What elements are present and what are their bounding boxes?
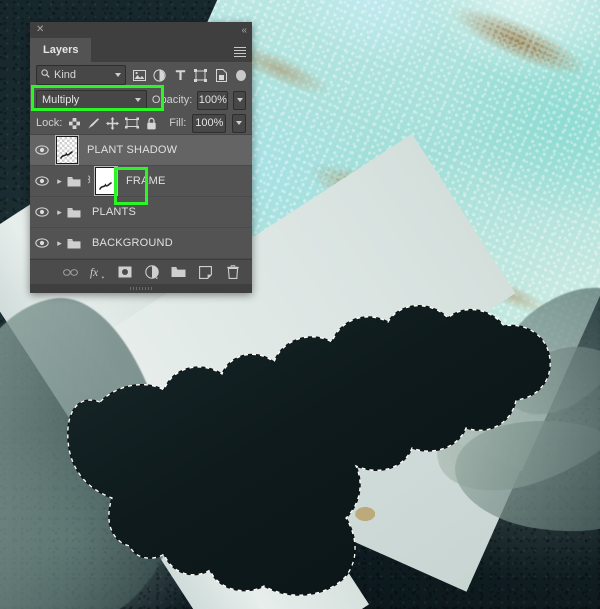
lock-image-pixels-icon[interactable] <box>87 116 100 130</box>
opacity-input[interactable]: 100% <box>197 90 229 110</box>
opacity-label: Opacity: <box>151 94 193 106</box>
layers-panel[interactable]: ✕ « Layers Kind Multiply Opacity: 100% L… <box>30 22 252 293</box>
fill-label: Fill: <box>169 117 187 129</box>
tab-layers[interactable]: Layers <box>30 38 92 62</box>
lock-artboard-nesting-icon[interactable] <box>124 116 139 130</box>
filter-type-icon[interactable] <box>172 66 188 84</box>
tab-row-filler <box>91 38 228 62</box>
layer-style-fx-icon[interactable]: fx <box>90 265 105 280</box>
add-layer-mask-icon[interactable] <box>117 265 132 280</box>
group-folder-icon <box>65 207 83 218</box>
new-layer-icon[interactable] <box>198 265 213 280</box>
group-disclosure-chevron-icon[interactable]: ▸ <box>54 176 65 187</box>
layers-panel-toolbar[interactable]: fx <box>30 259 252 284</box>
lock-all-icon[interactable] <box>145 116 157 130</box>
layer-name[interactable]: BACKGROUND <box>92 237 173 249</box>
filter-pixel-icon[interactable] <box>131 66 147 84</box>
plant-shadow-selection[interactable] <box>60 290 580 609</box>
tab-layers-label: Layers <box>43 44 79 56</box>
fill-chevron-down-icon[interactable] <box>232 113 246 133</box>
panel-menu-icon[interactable] <box>228 38 252 62</box>
new-group-icon[interactable] <box>171 265 186 280</box>
group-folder-icon <box>65 176 83 187</box>
blend-opacity-row[interactable]: Multiply Opacity: 100% <box>30 85 252 112</box>
double-chevron-left-icon[interactable]: « <box>241 25 246 36</box>
blend-mode-value: Multiply <box>42 94 80 106</box>
panel-tab-row[interactable]: Layers <box>30 38 252 62</box>
layer-filter-bar[interactable]: Kind <box>30 62 252 88</box>
lock-row[interactable]: Lock: Fill: 100% <box>30 112 252 134</box>
chevron-down-icon[interactable] <box>115 73 122 77</box>
group-folder-icon <box>65 238 83 249</box>
group-disclosure-chevron-icon[interactable]: ▸ <box>54 207 65 218</box>
table-row[interactable]: ▸ FRAME <box>30 166 252 205</box>
filter-shape-icon[interactable] <box>193 66 209 84</box>
lock-transparent-pixels-icon[interactable] <box>68 116 81 130</box>
layer-visibility-icon[interactable] <box>30 176 54 186</box>
filter-adjustment-icon[interactable] <box>152 66 168 84</box>
link-layers-icon[interactable] <box>63 265 78 280</box>
blend-mode-select[interactable]: Multiply <box>36 90 147 110</box>
layer-list[interactable]: PLANT SHADOW ▸ FRAME ▸ PLANTS ▸ BACKGROU… <box>30 134 252 259</box>
svg-text:fx: fx <box>90 267 98 279</box>
layer-name[interactable]: PLANT SHADOW <box>87 144 177 156</box>
lock-label: Lock: <box>36 117 63 129</box>
panel-titlebar[interactable]: ✕ « <box>30 22 252 38</box>
table-row[interactable]: PLANT SHADOW <box>30 135 252 166</box>
layer-name[interactable]: PLANTS <box>92 206 136 218</box>
smart-object-badge-icon <box>83 175 93 187</box>
layer-thumbnail[interactable] <box>95 167 117 195</box>
grip-icon <box>130 287 152 290</box>
search-icon <box>41 69 50 81</box>
lock-position-icon[interactable] <box>105 116 119 130</box>
group-disclosure-chevron-icon[interactable]: ▸ <box>54 238 65 249</box>
chevron-down-icon[interactable] <box>134 98 141 102</box>
panel-resize-grip[interactable] <box>30 284 252 293</box>
filter-smartobject-icon[interactable] <box>213 66 229 84</box>
fill-input[interactable]: 100% <box>192 113 227 133</box>
layer-visibility-icon[interactable] <box>30 238 54 248</box>
layer-thumbnail[interactable] <box>56 136 78 164</box>
filter-toggle-switch[interactable] <box>235 69 246 81</box>
new-fill-adjustment-icon[interactable] <box>144 265 159 280</box>
filter-kind-select[interactable]: Kind <box>36 65 127 85</box>
filter-kind-label: Kind <box>54 69 77 81</box>
table-row[interactable]: ▸ PLANTS <box>30 197 252 228</box>
opacity-chevron-down-icon[interactable] <box>233 90 246 110</box>
delete-layer-icon[interactable] <box>225 265 240 280</box>
layer-name[interactable]: FRAME <box>126 175 166 187</box>
layer-visibility-icon[interactable] <box>30 145 54 155</box>
close-icon[interactable]: ✕ <box>36 25 44 35</box>
table-row[interactable]: ▸ BACKGROUND <box>30 228 252 259</box>
layer-visibility-icon[interactable] <box>30 207 54 217</box>
